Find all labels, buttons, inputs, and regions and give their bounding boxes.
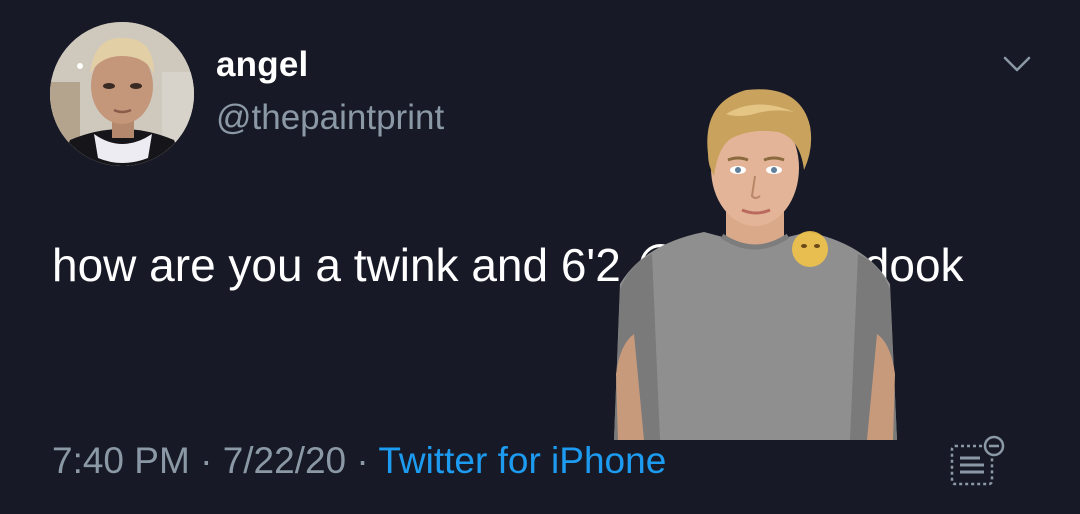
separator: ·	[189, 440, 223, 481]
tweet-metadata: 7:40 PM · 7/22/20 · Twitter for iPhone	[52, 442, 666, 479]
analytics-icon[interactable]	[946, 434, 1008, 490]
display-name[interactable]: angel	[216, 47, 308, 82]
tweet-date[interactable]: 7/22/20	[223, 440, 346, 481]
overlay-character-illustration	[614, 89, 897, 440]
tweet-source-link[interactable]: Twitter for iPhone	[378, 440, 666, 481]
user-handle[interactable]: @thepaintprint	[216, 100, 444, 135]
separator: ·	[346, 440, 379, 481]
tweet-time[interactable]: 7:40 PM	[52, 440, 190, 481]
avatar-photo	[50, 22, 194, 166]
chevron-down-icon[interactable]	[1002, 54, 1032, 74]
avatar[interactable]	[50, 22, 194, 166]
